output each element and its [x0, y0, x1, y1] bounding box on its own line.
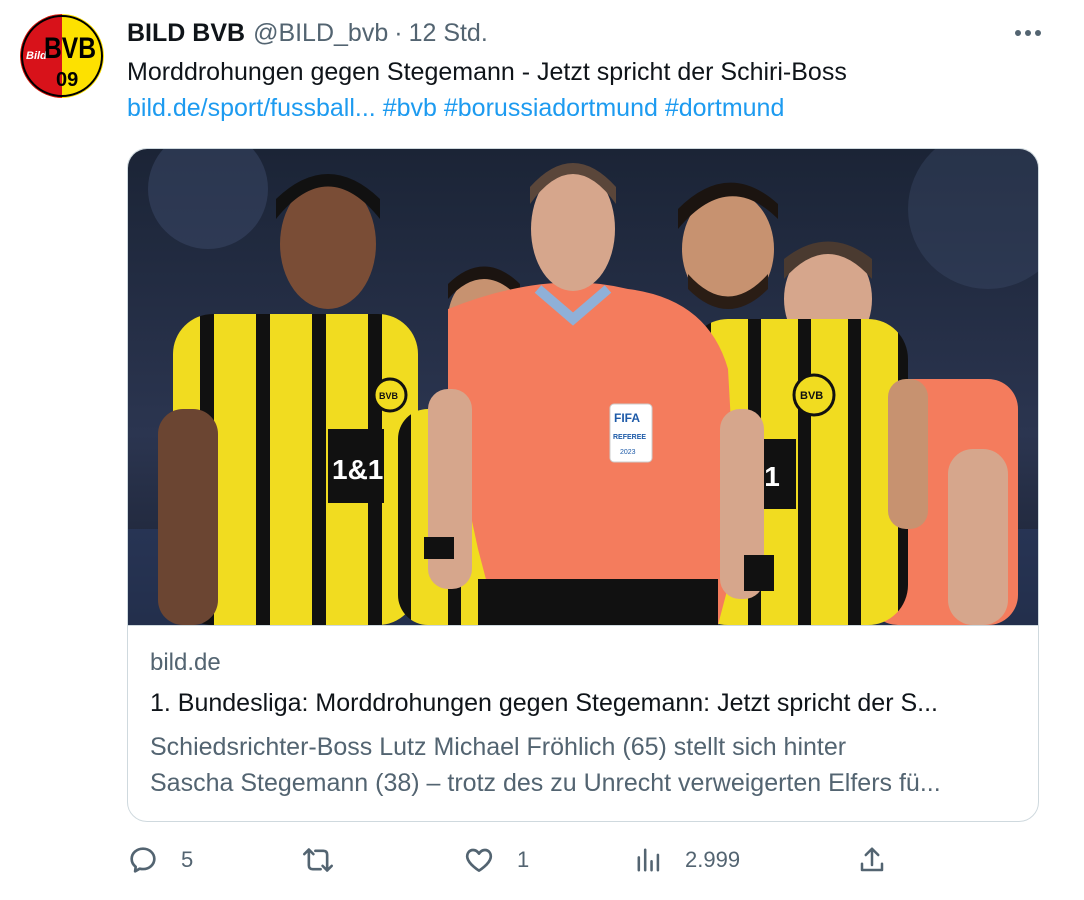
bild-bvb-logo: Bild BVB 09: [20, 14, 104, 98]
card-domain: bild.de: [150, 649, 221, 676]
avatar-year-text: 09: [56, 69, 78, 91]
card-divider: [128, 625, 1038, 626]
like-count: 1: [517, 847, 530, 872]
author-name[interactable]: BILD BVB: [127, 19, 245, 48]
more-options-button[interactable]: [1008, 20, 1048, 46]
avatar-bvb-text: BVB: [44, 32, 96, 65]
view-count: 2.999: [685, 847, 741, 872]
player-left-sponsor-text: 1&1: [332, 454, 383, 485]
avatar[interactable]: Bild BVB 09: [20, 14, 104, 98]
separator-dot: ·: [394, 18, 403, 47]
hashtag-dortmund[interactable]: #dortmund: [665, 94, 785, 122]
timestamp[interactable]: 12 Std.: [409, 19, 488, 48]
tweet-links-line: bild.de/sport/fussball... #bvb #borussia…: [127, 90, 1047, 126]
player-right-crest-text: BVB: [800, 390, 823, 402]
tweet-actions: 5 1 2.999: [127, 840, 927, 880]
views-button[interactable]: 2.999: [635, 840, 740, 880]
reply-count: 5: [181, 847, 194, 872]
card-description-line: Schiedsrichter-Boss Lutz Michael Fröhlic…: [150, 733, 847, 761]
reply-icon: [127, 844, 159, 876]
referee-badge-year-text: 2023: [620, 449, 636, 456]
bar-chart-icon: [635, 844, 663, 876]
card-description-line: Sascha Stegemann (38) – trotz des zu Unr…: [150, 769, 941, 797]
heart-icon: [463, 844, 495, 876]
tweet-text-line: Morddrohungen gegen Stegemann - Jetzt sp…: [127, 58, 847, 86]
player-left-crest-text: BVB: [379, 391, 399, 401]
retweet-icon: [301, 844, 335, 876]
reply-button[interactable]: 5: [127, 840, 193, 880]
share-button[interactable]: [857, 840, 887, 880]
tweet-text: Morddrohungen gegen Stegemann - Jetzt sp…: [127, 54, 1047, 126]
article-link[interactable]: bild.de/sport/fussball...: [127, 94, 376, 122]
hashtag-borussiadortmund[interactable]: #borussiadortmund: [444, 94, 658, 122]
like-button[interactable]: 1: [463, 840, 529, 880]
more-horizontal-icon: [1014, 29, 1042, 37]
share-icon: [857, 844, 887, 876]
card-description: Schiedsrichter-Boss Lutz Michael Fröhlic…: [150, 729, 1020, 801]
retweet-button[interactable]: [301, 840, 335, 880]
hashtag-bvb[interactable]: #bvb: [383, 94, 437, 122]
referee-badge-text: FIFA: [614, 411, 640, 425]
card-image[interactable]: &1 BVB 1&1 BVB FIFA REFEREE 2023: [128, 149, 1038, 625]
link-preview-card[interactable]: &1 BVB 1&1 BVB FIFA REFEREE 2023 bild.de…: [127, 148, 1039, 822]
referee-badge-sub-text: REFEREE: [613, 434, 646, 441]
author-handle[interactable]: @BILD_bvb: [253, 19, 388, 48]
tweet-header: BILD BVB @BILD_bvb · 12 Std.: [127, 16, 488, 50]
card-title[interactable]: 1. Bundesliga: Morddrohungen gegen Stege…: [150, 689, 1020, 718]
